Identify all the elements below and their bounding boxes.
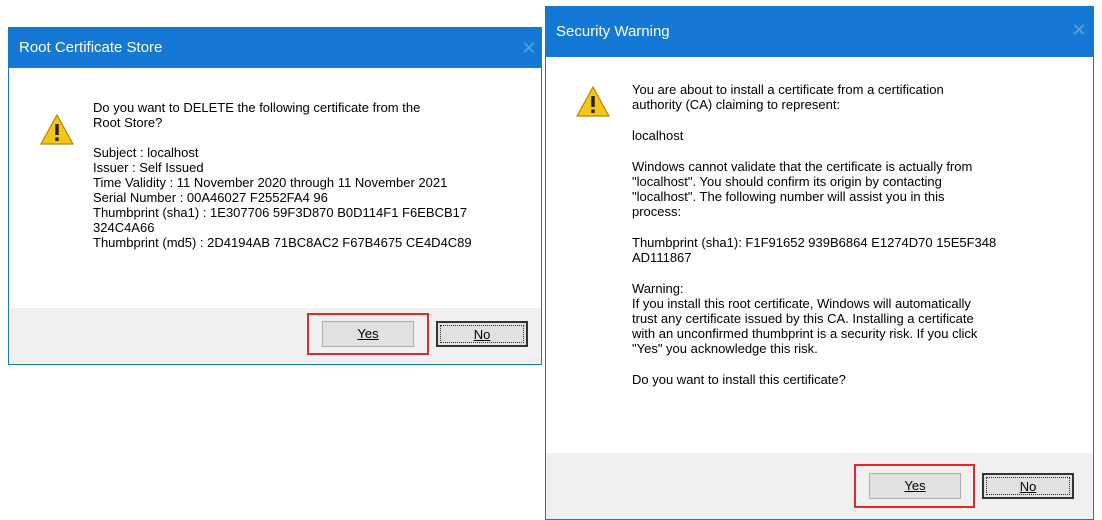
root-certificate-store-dialog: Root Certificate Store ✕ Do you want to … — [8, 27, 542, 365]
root-detail-sha1: Thumbprint (sha1) : 1E307706 59F3D870 B0… — [93, 205, 468, 220]
security-question: Do you want to install this certificate? — [632, 372, 846, 387]
security-warning-line3: with an unconfirmed thumbprint is a secu… — [632, 326, 978, 341]
no-button[interactable]: No — [436, 321, 528, 347]
security-warning-line1: If you install this root certificate, Wi… — [632, 296, 971, 311]
root-dialog-title: Root Certificate Store — [19, 39, 163, 56]
root-dialog-footer: Yes No — [9, 308, 541, 364]
security-warning-heading: Warning: — [632, 281, 684, 296]
security-thumbprint-line2: AD111867 — [632, 250, 692, 265]
security-dialog-message: You are about to install a certificate f… — [632, 82, 1082, 387]
root-dialog-message: Do you want to DELETE the following cert… — [93, 100, 533, 250]
yes-button-label: Yes — [357, 326, 379, 341]
security-validate-line2: "localhost". You should confirm its orig… — [632, 174, 942, 189]
root-detail-issuer: Issuer : Self Issued — [93, 160, 204, 175]
root-detail-sha1-cont: 324C4A66 — [93, 220, 155, 235]
root-detail-serial: Serial Number : 00A46027 F2552FA4 96 — [93, 190, 328, 205]
yes-button[interactable]: Yes — [322, 321, 414, 347]
security-dialog-title: Security Warning — [556, 23, 670, 40]
warning-icon — [40, 113, 74, 145]
close-icon[interactable]: ✕ — [519, 28, 539, 68]
root-detail-validity: Time Validity : 11 November 2020 through… — [93, 175, 448, 190]
security-thumbprint-line1: Thumbprint (sha1): F1F91652 939B6864 E12… — [632, 235, 997, 250]
warning-icon — [576, 85, 610, 117]
security-dialog-footer: Yes No — [546, 453, 1093, 519]
security-warning-line4: "Yes" you acknowledge this risk. — [632, 341, 818, 356]
yes-button-label: Yes — [904, 478, 926, 493]
no-button-label: No — [1019, 479, 1037, 494]
root-detail-md5: Thumbprint (md5) : 2D4194AB 71BC8AC2 F67… — [93, 235, 472, 250]
no-button-label: No — [473, 327, 491, 342]
close-icon[interactable]: ✕ — [1069, 7, 1089, 53]
security-validate-line1: Windows cannot validate that the certifi… — [632, 159, 973, 174]
root-question-line2: Root Store? — [93, 115, 163, 130]
root-detail-subject: Subject : localhost — [93, 145, 199, 160]
root-question-line1: Do you want to DELETE the following cert… — [93, 100, 421, 115]
security-dialog-titlebar: Security Warning ✕ — [546, 7, 1093, 57]
security-intro-line1: You are about to install a certificate f… — [632, 82, 944, 97]
security-validate-line4: process: — [632, 204, 682, 219]
security-validate-line3: "localhost". The following number will a… — [632, 189, 945, 204]
security-subject: localhost — [632, 128, 684, 143]
root-dialog-titlebar: Root Certificate Store ✕ — [9, 28, 541, 68]
yes-button[interactable]: Yes — [869, 473, 961, 499]
no-button[interactable]: No — [982, 473, 1074, 499]
security-warning-dialog: Security Warning ✕ You are about to inst… — [545, 6, 1094, 520]
security-warning-line2: trust any certificate issued by this CA.… — [632, 311, 974, 326]
security-intro-line2: authority (CA) claiming to represent: — [632, 97, 841, 112]
